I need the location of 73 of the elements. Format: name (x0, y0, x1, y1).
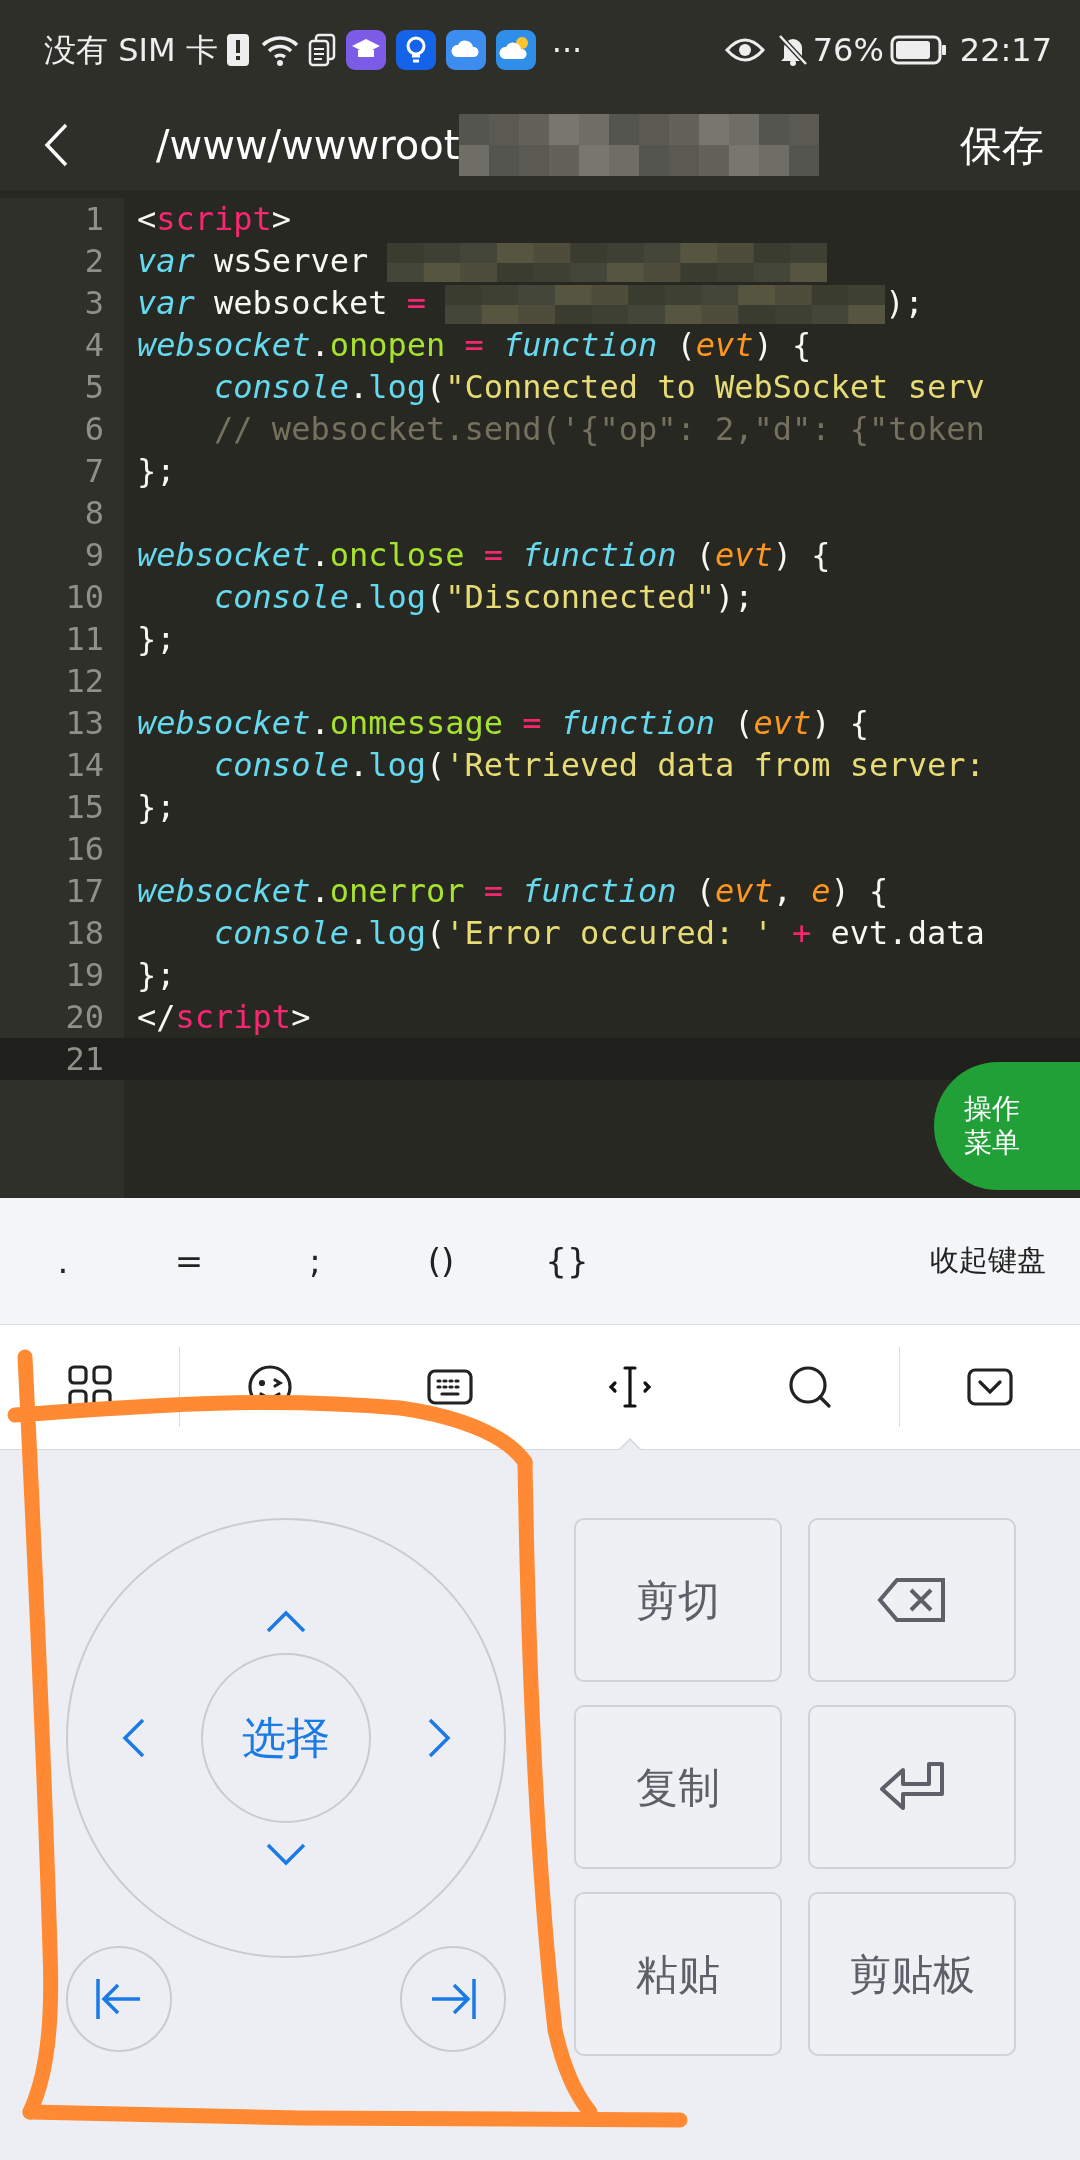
symbol-key[interactable]: . (0, 1234, 126, 1288)
carrier-text: 没有 SIM 卡 (44, 30, 218, 71)
line-number: 4 (0, 324, 124, 366)
line-number: 14 (0, 744, 124, 786)
code-line: ); (885, 284, 924, 322)
edit-key[interactable]: 粘贴 (574, 1892, 782, 2056)
line-number: 18 (0, 912, 124, 954)
bell-muted-icon (776, 33, 809, 67)
line-end-button[interactable] (400, 1946, 506, 2052)
line-number: 9 (0, 534, 124, 576)
graduation-cap-icon (345, 30, 386, 70)
line-number: 6 (0, 408, 124, 450)
code-line: console.log('Retrieved data from server: (213, 746, 985, 784)
line-number: 1 (0, 198, 124, 240)
code-line: websocket.onerror = function (evt, e) { (137, 872, 889, 910)
backspace-icon (877, 1577, 947, 1623)
code-line: }; (137, 788, 176, 826)
back-icon (44, 123, 68, 167)
battery-percent: 76% (812, 30, 884, 71)
enter-key[interactable] (808, 1705, 1016, 1869)
symbol-key[interactable]: () (378, 1234, 504, 1288)
line-number: 20 (0, 996, 124, 1038)
symbol-key[interactable]: {} (504, 1234, 630, 1288)
line-number: 11 (0, 618, 124, 660)
clock-time: 22:17 (959, 30, 1052, 71)
search-icon (786, 1364, 833, 1410)
line-number: 3 (0, 282, 124, 324)
line-number: 17 (0, 870, 124, 912)
line-number: 2 (0, 240, 124, 282)
line-number: 19 (0, 954, 124, 996)
sim-alert-icon (225, 33, 250, 67)
code-line: // websocket.send('{"op": 2,"d": {"token (213, 410, 985, 448)
file-path-title: /www/wwwroot (156, 121, 460, 170)
symbol-key[interactable]: ; (252, 1234, 378, 1288)
line-number: 13 (0, 702, 124, 744)
code-line: console.log('Error occured: ' + evt.data (213, 914, 985, 952)
edit-key[interactable]: 剪切 (574, 1518, 782, 1682)
line-number: 10 (0, 576, 124, 618)
cloud-icon (445, 30, 486, 70)
more-text: ··· (551, 30, 583, 71)
enter-icon (879, 1761, 945, 1813)
code-line: <script> (137, 200, 292, 238)
save-button[interactable]: 保存 (924, 113, 1080, 177)
code-line: }; (137, 620, 176, 658)
wifi-icon (259, 33, 300, 67)
edit-key[interactable]: 剪贴板 (808, 1892, 1016, 2056)
code-line: websocket.onmessage = function (evt) { (137, 704, 870, 742)
edit-key[interactable]: 复制 (574, 1705, 782, 1869)
code-line: websocket.onclose = function (evt) { (137, 536, 831, 574)
line-number: 5 (0, 366, 124, 408)
line-number: 16 (0, 828, 124, 870)
collapse-keyboard-button[interactable]: 收起键盘 (924, 1238, 1052, 1284)
backspace-key[interactable] (808, 1518, 1016, 1682)
document-icon (307, 33, 336, 67)
code-line: }; (137, 452, 176, 490)
weather-icon (495, 30, 536, 70)
code-line: var wsServer (137, 242, 370, 280)
line-number: 7 (0, 450, 124, 492)
lightbulb-icon (395, 30, 436, 70)
code-line: console.log("Connected to WebSocket serv (213, 368, 985, 406)
text-cursor-icon (607, 1364, 653, 1410)
line-number: 15 (0, 786, 124, 828)
symbol-key[interactable]: = (126, 1234, 252, 1288)
code-line: }; (137, 956, 176, 994)
code-line: </script> (137, 998, 311, 1036)
line-start-button[interactable] (66, 1946, 172, 2052)
battery-icon (889, 35, 948, 65)
line-number: 12 (0, 660, 124, 702)
line-number: 8 (0, 492, 124, 534)
code-line: console.log("Disconnected"); (213, 578, 754, 616)
code-line: var websocket = (137, 284, 427, 322)
code-line: websocket.onopen = function (evt) { (137, 326, 812, 364)
select-button[interactable]: 选择 (201, 1653, 371, 1823)
